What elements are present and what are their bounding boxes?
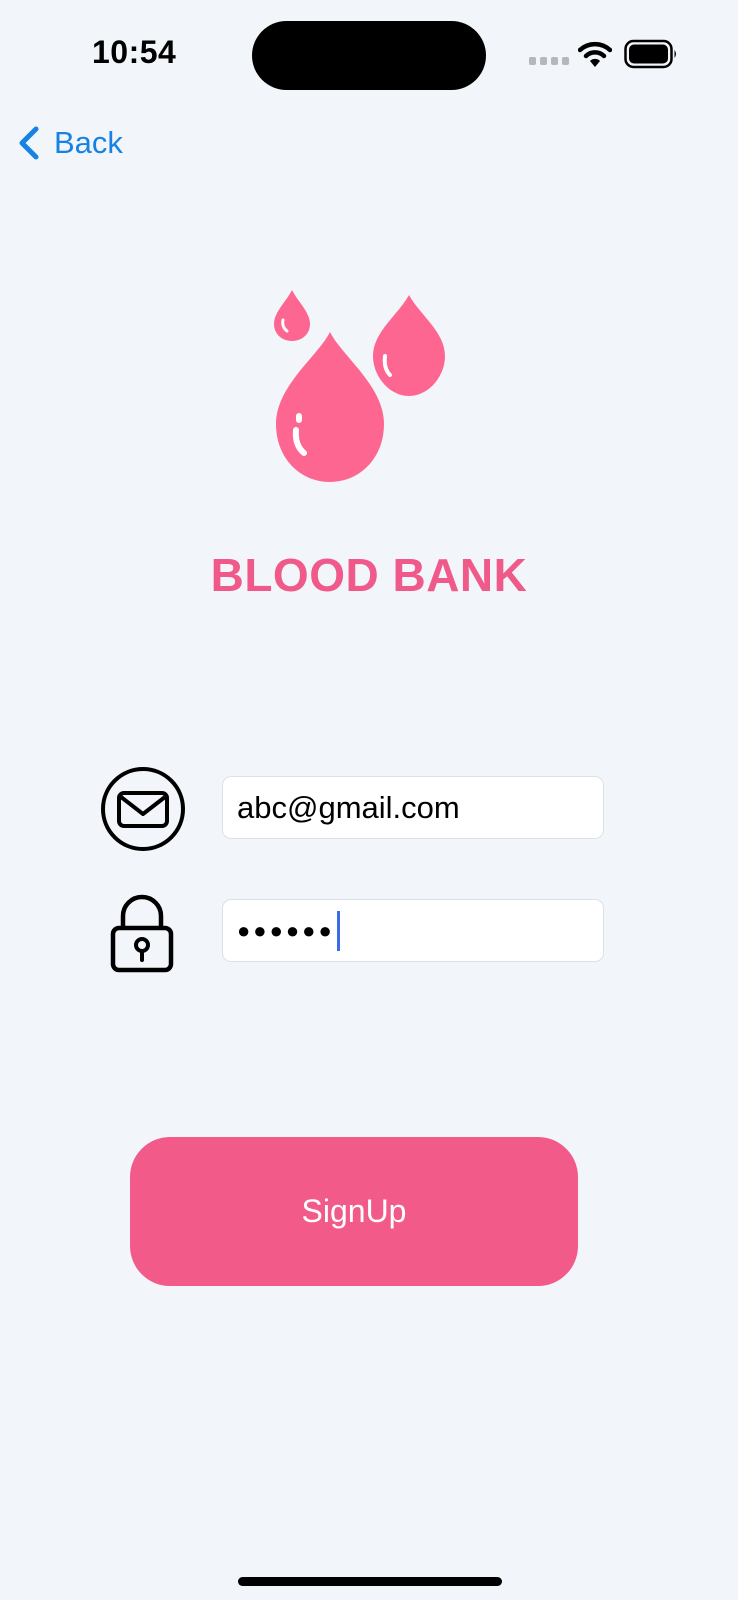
status-bar: 10:54 — [0, 0, 738, 110]
status-time: 10:54 — [92, 34, 177, 70]
mail-icon — [101, 767, 185, 851]
battery-icon — [624, 39, 676, 69]
chevron-left-icon — [19, 126, 39, 160]
signup-button[interactable]: SignUp — [130, 1137, 578, 1286]
dynamic-island — [252, 21, 486, 90]
lock-icon — [110, 894, 174, 973]
blood-drops-icon — [274, 290, 445, 482]
home-indicator[interactable] — [238, 1577, 502, 1586]
email-field[interactable] — [222, 776, 604, 839]
cellular-signal-icon — [529, 57, 569, 65]
password-field[interactable]: ●●●●●● — [222, 899, 604, 962]
app-title: BLOOD BANK — [210, 549, 528, 601]
wifi-icon — [578, 41, 612, 67]
back-label: Back — [54, 125, 123, 160]
text-cursor — [336, 910, 340, 951]
signup-label: SignUp — [301, 1193, 407, 1229]
password-value: ●●●●●● — [237, 917, 335, 943]
back-button[interactable]: Back — [14, 118, 123, 168]
